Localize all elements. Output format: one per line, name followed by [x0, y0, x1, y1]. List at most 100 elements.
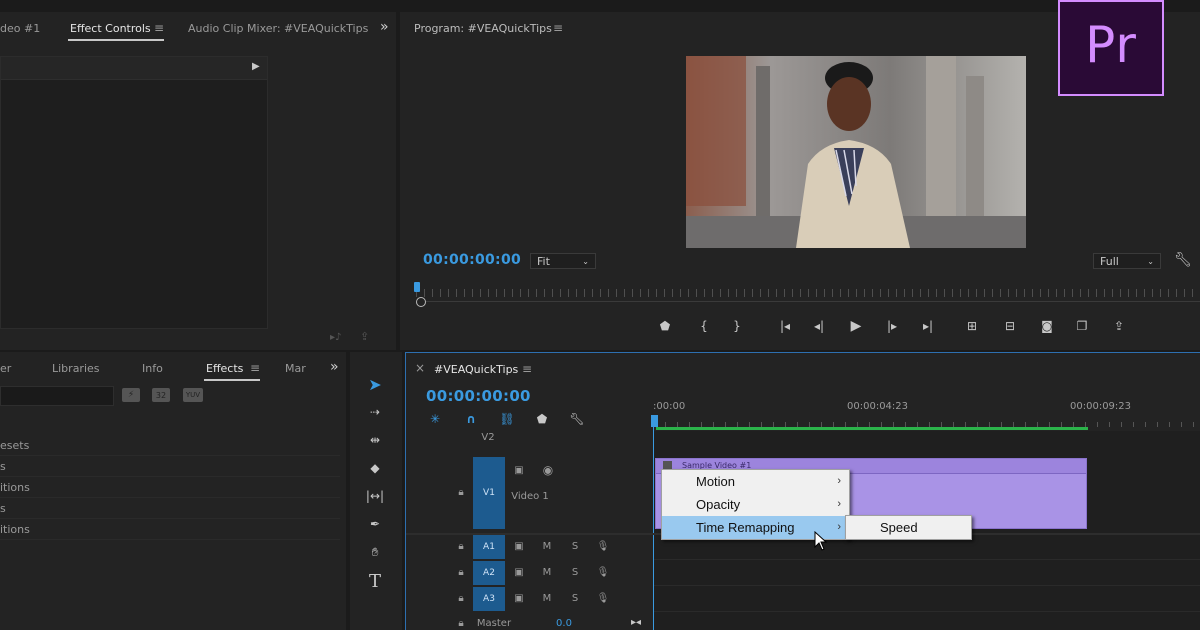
tab-audio-clip-mixer[interactable]: Audio Clip Mixer: #VEAQuickTips	[188, 22, 368, 35]
zoom-scroll-bar[interactable]	[426, 301, 1200, 302]
lock-icon[interactable]: 🔒︎	[454, 591, 468, 605]
hand-tool-icon[interactable]: ✋︎	[364, 542, 386, 562]
selection-tool-icon[interactable]: ➤	[364, 374, 386, 394]
play-only-icon[interactable]: ▶	[252, 61, 260, 72]
voice-over-mic-icon[interactable]: 🎙︎	[596, 591, 610, 605]
comparison-view-icon[interactable]: ❐	[1072, 318, 1092, 334]
toggle-track-output-eye-icon[interactable]: ◉	[540, 463, 556, 477]
toggle-sync-lock-icon[interactable]: ▣	[512, 463, 526, 477]
menu-icon[interactable]: ≡	[250, 361, 260, 375]
go-to-end-icon[interactable]: ▸◂	[628, 614, 644, 630]
accelerated-effects-icon[interactable]: ⚡	[122, 388, 140, 402]
voice-over-mic-icon[interactable]: 🎙︎	[596, 565, 610, 579]
panel-overflow-icon[interactable]: »	[380, 19, 389, 35]
mute-button[interactable]: M	[540, 539, 554, 553]
timeline-ruler[interactable]	[653, 413, 1200, 427]
32-bit-color-icon[interactable]: 32	[152, 388, 170, 402]
mark-in-icon[interactable]: {	[698, 318, 710, 334]
go-to-out-icon[interactable]: ▸|	[919, 318, 937, 334]
add-marker-icon[interactable]: ⬟	[534, 411, 550, 427]
tab-markers[interactable]: Mar	[285, 362, 306, 375]
ripple-edit-tool-icon[interactable]: ⇹	[364, 430, 386, 450]
menu-item-motion[interactable]: Motion ›	[662, 470, 849, 493]
menu-icon[interactable]: ≡	[154, 21, 164, 35]
master-volume-value[interactable]: 0.0	[552, 616, 576, 630]
tab-libraries[interactable]: Libraries	[52, 362, 100, 375]
timeline-settings-wrench-icon[interactable]: 🔧︎	[568, 411, 586, 427]
type-tool-icon[interactable]: T	[364, 570, 386, 592]
tab-info[interactable]: Info	[142, 362, 163, 375]
go-to-in-icon[interactable]: |◂	[776, 318, 794, 334]
timeline-playhead[interactable]	[651, 415, 658, 427]
zoom-select[interactable]: Fit ⌄	[530, 253, 596, 269]
program-playhead[interactable]	[414, 282, 420, 292]
menu-item-label: Motion	[696, 474, 736, 489]
export-frame-camera-icon[interactable]: ◙	[1038, 318, 1056, 334]
mute-button[interactable]: M	[540, 591, 554, 605]
razor-tool-icon[interactable]: ◆	[364, 458, 386, 478]
track-label-v2[interactable]: V2	[476, 429, 500, 445]
program-monitor-title[interactable]: Program: #VEAQuickTips	[414, 22, 552, 35]
list-item[interactable]: itions	[0, 520, 340, 540]
mute-button[interactable]: M	[540, 565, 554, 579]
track-select-tool-icon[interactable]: ⇢	[364, 402, 386, 422]
menu-item-opacity[interactable]: Opacity ›	[662, 493, 849, 516]
tab-media-browser[interactable]: er	[0, 362, 11, 375]
step-forward-icon[interactable]: |▸	[884, 318, 900, 334]
solo-button[interactable]: S	[568, 539, 582, 553]
tab-effect-controls[interactable]: Effect Controls	[70, 22, 151, 35]
add-marker-icon[interactable]: ⬟	[658, 318, 672, 334]
filter-icon[interactable]: ▸♪	[330, 332, 341, 343]
track-name-video-1[interactable]: Video 1	[510, 489, 550, 503]
menu-icon[interactable]: ≡	[522, 362, 532, 376]
export-icon[interactable]: ⇪	[360, 330, 369, 343]
effects-search-input[interactable]	[0, 386, 114, 406]
solo-button[interactable]: S	[568, 591, 582, 605]
menu-item-speed[interactable]: Speed	[846, 516, 971, 539]
play-icon[interactable]: ▶	[848, 318, 864, 334]
mark-out-icon[interactable]: }	[731, 318, 743, 334]
sync-lock-icon[interactable]: ▣	[512, 591, 526, 605]
sync-lock-icon[interactable]: ▣	[512, 539, 526, 553]
zoom-scroll-handle[interactable]	[416, 297, 426, 307]
menu-icon[interactable]: ≡	[553, 21, 563, 35]
voice-over-mic-icon[interactable]: 🎙︎	[596, 539, 610, 553]
pen-tool-icon[interactable]: ✒	[364, 514, 386, 534]
step-back-icon[interactable]: ◂|	[811, 318, 827, 334]
sync-lock-icon[interactable]: ▣	[512, 565, 526, 579]
list-item[interactable]: s	[0, 499, 340, 519]
program-timecode[interactable]: 00:00:00:00	[423, 252, 521, 268]
tab-effects[interactable]: Effects	[206, 362, 243, 375]
panel-overflow-icon[interactable]: »	[330, 359, 339, 375]
timeline-timecode[interactable]: 00:00:00:00	[426, 387, 531, 405]
tab-source[interactable]: deo #1	[0, 22, 40, 35]
linked-selection-icon[interactable]: ⛓	[498, 411, 516, 427]
extract-icon[interactable]: ⊟	[1000, 318, 1020, 334]
track-target-a3[interactable]: A3	[473, 587, 505, 611]
list-item[interactable]: itions	[0, 478, 340, 498]
program-scrub-ruler[interactable]	[416, 289, 1200, 297]
timeline-tab-title[interactable]: #VEAQuickTips	[434, 363, 518, 376]
work-area-bar[interactable]	[656, 427, 1088, 430]
lock-icon[interactable]: 🔒︎	[454, 485, 468, 499]
lift-icon[interactable]: ⊞	[962, 318, 982, 334]
close-icon[interactable]: ×	[415, 361, 425, 375]
settings-wrench-icon[interactable]: 🔧︎	[1174, 252, 1192, 268]
lock-icon[interactable]: 🔒︎	[454, 565, 468, 579]
lock-icon[interactable]: 🔒︎	[454, 616, 468, 630]
track-target-a1[interactable]: A1	[473, 535, 505, 559]
nest-sequence-icon[interactable]: ✳	[426, 411, 444, 427]
track-target-v1[interactable]: V1	[473, 457, 505, 529]
list-item[interactable]: s	[0, 457, 340, 477]
export-icon[interactable]: ⇪	[1110, 318, 1128, 334]
track-target-a2[interactable]: A2	[473, 561, 505, 585]
slip-tool-icon[interactable]: |↔|	[364, 486, 386, 506]
track-divider	[654, 585, 1200, 586]
track-name-master[interactable]: Master	[474, 616, 514, 630]
lock-icon[interactable]: 🔒︎	[454, 539, 468, 553]
quality-select[interactable]: Full ⌄	[1093, 253, 1161, 269]
yuv-effects-icon[interactable]: YUV	[183, 388, 203, 402]
list-item[interactable]: esets	[0, 436, 340, 456]
snap-magnet-icon[interactable]: ∩	[462, 411, 480, 427]
solo-button[interactable]: S	[568, 565, 582, 579]
